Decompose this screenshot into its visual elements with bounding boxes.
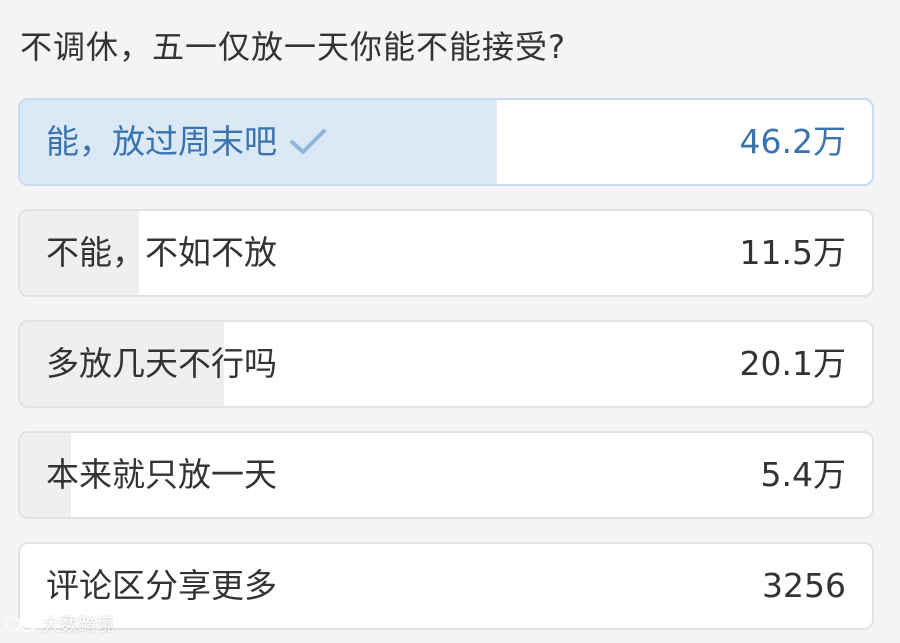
poll-option-label-wrap: 能，放过周末吧: [46, 100, 329, 184]
watermark-logo-icon: [5, 616, 36, 632]
comments-link-button[interactable]: 评论区分享更多 3256: [18, 542, 874, 630]
poll-option-label-wrap: 本来就只放一天: [46, 433, 277, 517]
poll-option-count: 20.1万: [739, 344, 846, 383]
poll-option-3[interactable]: 多放几天不行吗 20.1万: [18, 320, 874, 408]
poll-question: 不调休，五一仅放一天你能不能接受?: [20, 28, 566, 66]
poll-option-label-wrap: 多放几天不行吗: [46, 322, 277, 406]
poll-option-label: 本来就只放一天: [46, 455, 277, 494]
poll-option-count: 11.5万: [739, 233, 846, 272]
poll-option-1[interactable]: 能，放过周末吧 46.2万: [18, 98, 874, 186]
poll-option-label: 不能，不如不放: [46, 233, 277, 272]
poll-option-label: 多放几天不行吗: [46, 344, 277, 383]
watermark-text: 大数跨境: [42, 615, 114, 636]
poll-option-label: 能，放过周末吧: [46, 122, 277, 161]
poll-option-count: 5.4万: [760, 455, 846, 494]
poll-option-2[interactable]: 不能，不如不放 11.5万: [18, 209, 874, 297]
comments-count: 3256: [762, 566, 846, 605]
check-icon: [290, 129, 326, 154]
watermark: 大数跨境: [4, 611, 114, 637]
poll-card: 不调休，五一仅放一天你能不能接受? 能，放过周末吧 46.2万 不能，不如不放 …: [0, 0, 900, 643]
poll-option-label-wrap: 不能，不如不放: [46, 211, 277, 295]
poll-option-count: 46.2万: [739, 122, 846, 161]
poll-option-4[interactable]: 本来就只放一天 5.4万: [18, 431, 874, 519]
